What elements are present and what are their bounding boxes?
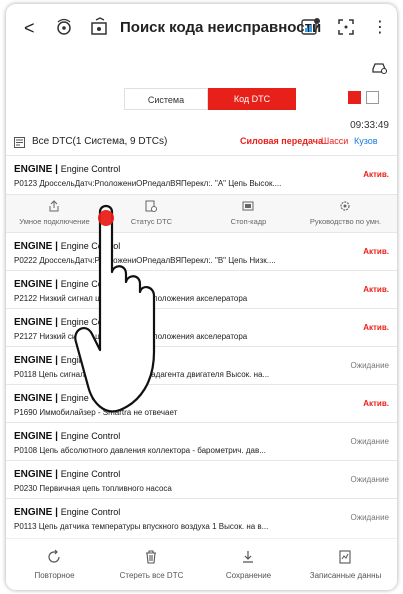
trash-icon: [146, 550, 156, 564]
dtc-row[interactable]: ENGINE | Engine Control P1690 Иммобилайз…: [6, 384, 397, 423]
filter-bar: Все DTC(1 Система, 9 DTCs) Силовая перед…: [14, 135, 390, 151]
status-badge: Ожидание: [350, 475, 390, 484]
smart-guide-button[interactable]: Руководство по умн.: [297, 195, 394, 233]
row-description: P2127 Низкий сигнал цепи датчика 2 полож…: [14, 332, 248, 341]
tab-dtc-code[interactable]: Код DTC: [208, 88, 296, 110]
row-title: ENGINE | Engine Control: [14, 469, 121, 480]
toolbar-label: Повторное: [34, 571, 75, 580]
status-badge: Актив.: [363, 247, 389, 256]
row-title: ENGINE | Engine Control: [14, 431, 121, 442]
row-title: ENGINE | Engine Control: [14, 507, 121, 518]
dtc-row[interactable]: ENGINE | Engine Control P0118 Цепь сигна…: [6, 346, 397, 385]
status-badge: Актив.: [363, 285, 389, 294]
category-chassis[interactable]: Шасси: [321, 136, 348, 146]
save-button[interactable]: Сохранение: [200, 539, 297, 590]
recorded-data-button[interactable]: Записанные данны: [297, 539, 394, 590]
gear-icon: [340, 201, 350, 211]
row-description: P0123 ДроссельДатч:РположениОРпедалВЯПер…: [14, 179, 282, 188]
app-frame: < Поиск кода неисправности ⋮ Система Код…: [6, 4, 397, 590]
freeze-frame-button[interactable]: Стоп-кадр: [200, 195, 297, 233]
repeat-button[interactable]: Повторное: [6, 539, 103, 590]
clear-all-dtc-button[interactable]: Стереть все DTC: [103, 539, 200, 590]
row-description: P0108 Цепь абсолютного давления коллекто…: [14, 446, 266, 455]
row-subsystem: Engine Control: [60, 507, 121, 517]
freeze-frame-icon: [242, 201, 254, 211]
status-badge: Актив.: [363, 399, 389, 408]
status-badge: Актив.: [363, 170, 389, 179]
list-view-toggle[interactable]: [348, 91, 361, 104]
dtc-row[interactable]: ENGINE | Engine Control P2122 Низкий сиг…: [6, 270, 397, 309]
category-body[interactable]: Кузов: [354, 136, 378, 146]
vehicle-settings-icon[interactable]: [370, 59, 388, 75]
download-icon: [243, 551, 253, 563]
record-icon: [339, 550, 351, 564]
header: < Поиск кода неисправности ⋮: [6, 4, 397, 52]
vehicle-info-icon[interactable]: [90, 17, 110, 37]
dtc-row[interactable]: ENGINE | Engine Control P2127 Низкий сиг…: [6, 308, 397, 347]
row-system: ENGINE: [14, 355, 53, 366]
row-description: P2122 Низкий сигнал цепи датчика 1 полож…: [14, 294, 248, 303]
row-system: ENGINE: [14, 431, 53, 442]
row-actions-bar: Умное подключение Статус DTC Стоп-кадр Р…: [6, 194, 397, 233]
row-subsystem: Engine Control: [60, 469, 121, 479]
dtc-row[interactable]: ENGINE | Engine Control P0230 Первичная …: [6, 460, 397, 499]
toolbar-label: Сохранение: [225, 571, 272, 580]
status-badge: Ожидание: [350, 437, 390, 446]
row-system: ENGINE: [14, 507, 53, 518]
filter-label[interactable]: Все DTC(1 Система, 9 DTCs): [32, 136, 167, 147]
row-system: ENGINE: [14, 393, 53, 404]
dtc-row[interactable]: ENGINE | Engine Control P0222 ДроссельДа…: [6, 232, 397, 271]
row-system: ENGINE: [14, 241, 53, 252]
back-button[interactable]: <: [24, 18, 35, 39]
row-subsystem: Engine Control: [60, 164, 121, 174]
row-description: P0230 Первичная цепь топливного насоса: [14, 484, 172, 493]
row-title: ENGINE | Engine Control: [14, 164, 121, 175]
row-system: ENGINE: [14, 279, 53, 290]
share-icon: [49, 200, 59, 212]
row-subsystem: Engine Control: [60, 431, 121, 441]
row-description: P1690 Иммобилайзер - Smartra не отвечает: [14, 408, 178, 417]
tap-hand-icon: [74, 204, 156, 413]
row-description: P0113 Цепь датчика температуры впускного…: [14, 522, 269, 531]
dtc-row[interactable]: ENGINE | Engine Control P0113 Цепь датчи…: [6, 498, 397, 539]
page-title: Поиск кода неисправности: [120, 19, 322, 36]
view-tabs: Система Код DTC: [124, 88, 296, 110]
status-badge: Ожидание: [350, 361, 390, 370]
row-system: ENGINE: [14, 469, 53, 480]
bottom-toolbar: Повторное Стереть все DTC Сохранение Зап…: [6, 538, 397, 590]
category-powertrain[interactable]: Силовая передача: [240, 136, 323, 146]
dtc-row[interactable]: ENGINE | Engine Control P0108 Цепь абсол…: [6, 422, 397, 461]
timestamp: 09:33:49: [350, 120, 389, 131]
dtc-report-icon[interactable]: [300, 16, 322, 38]
tab-system[interactable]: Система: [124, 88, 208, 110]
row-system: ENGINE: [14, 317, 53, 328]
action-label: Стоп-кадр: [230, 217, 267, 226]
more-menu-button[interactable]: ⋮: [372, 17, 388, 37]
row-system: ENGINE: [14, 164, 53, 175]
status-badge: Актив.: [363, 323, 389, 332]
filter-icon[interactable]: [14, 137, 25, 148]
refresh-icon: [48, 549, 60, 563]
status-badge: Ожидание: [350, 513, 390, 522]
row-description: P0222 ДроссельДатч:РположениОРпедалВЯПер…: [14, 256, 276, 265]
action-label: Руководство по умн.: [309, 217, 382, 226]
vehicle-signal-icon[interactable]: [54, 17, 74, 37]
grid-view-toggle[interactable]: [366, 91, 379, 104]
toolbar-label: Стереть все DTC: [119, 571, 184, 580]
toolbar-label: Записанные данны: [309, 571, 382, 580]
row-description: P0118 Цепь сигнала температуры хладагент…: [14, 370, 270, 379]
fullscreen-icon[interactable]: [336, 17, 356, 37]
